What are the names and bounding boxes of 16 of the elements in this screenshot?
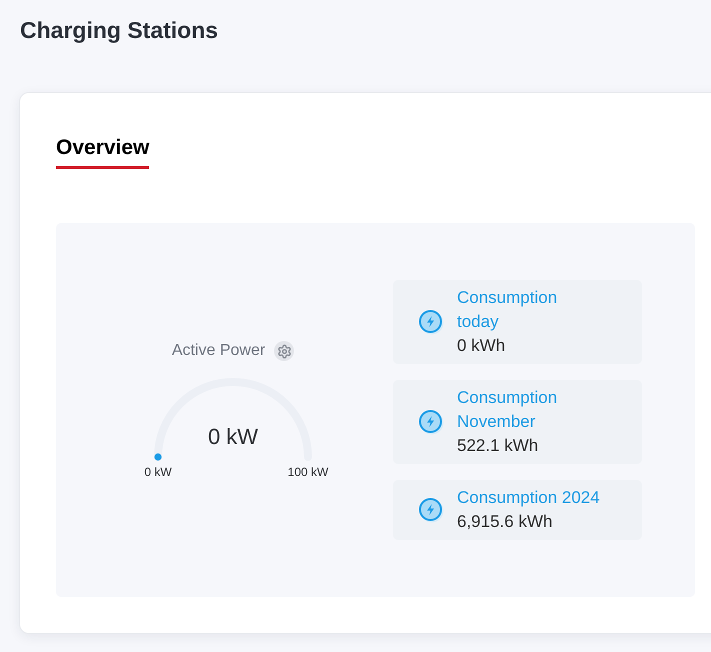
lightning-bolt-icon xyxy=(418,409,444,435)
page-title: Charging Stations xyxy=(20,16,218,45)
consumption-value: 6,915.6 kWh xyxy=(457,511,554,533)
consumption-value: 0 kWh xyxy=(457,335,506,357)
consumption-value: 522.1 kWh xyxy=(457,435,540,457)
gauge-value: 0 kW xyxy=(208,424,258,450)
overview-tab[interactable]: Overview xyxy=(56,135,150,169)
consumption-label: Consumption today xyxy=(457,287,558,333)
gauge-label: Active Power xyxy=(172,342,266,360)
lightning-bolt-icon xyxy=(418,497,444,523)
consumption-label: Consumption 2024 xyxy=(457,487,600,509)
settings-icon[interactable] xyxy=(274,341,294,361)
gauge-min-label: 0 kW xyxy=(144,464,172,480)
lightning-bolt-icon xyxy=(418,309,444,335)
consumption-label: Consumption November xyxy=(457,387,558,433)
gauge-max-label: 100 kW xyxy=(288,464,328,480)
